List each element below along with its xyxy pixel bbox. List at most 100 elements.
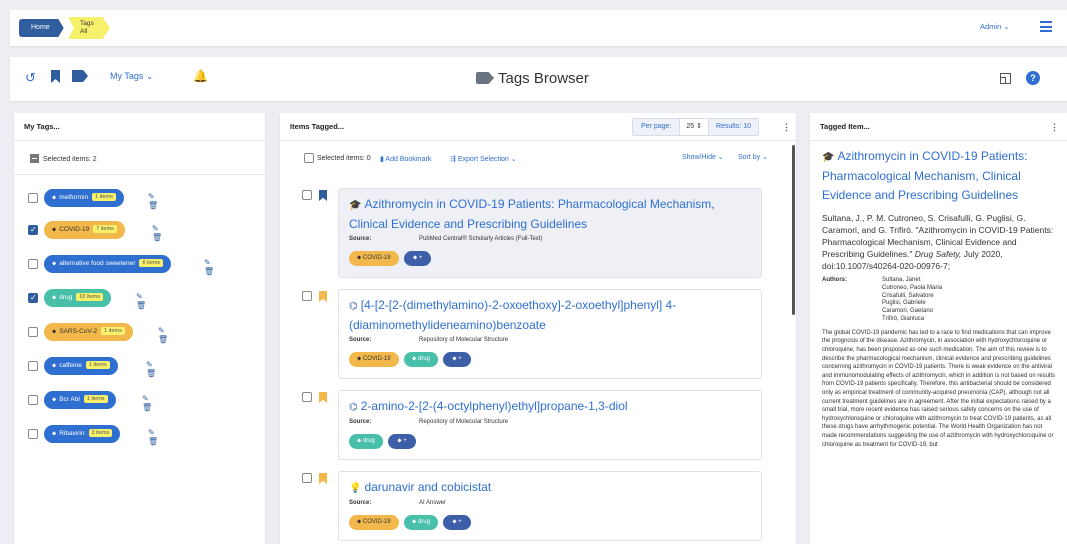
item-title[interactable]: ⌬ 2-amino-2-[2-(4-octylphenyl)ethyl]propa… xyxy=(349,397,751,417)
tag-checkbox[interactable] xyxy=(28,327,38,337)
bookmark-icon[interactable] xyxy=(319,473,327,484)
select-all-checkbox[interactable] xyxy=(30,154,39,163)
breadcrumb-home[interactable]: Home xyxy=(19,19,64,37)
edit-icon[interactable]: ✎ xyxy=(142,394,149,403)
tag-name: Ribavirin xyxy=(59,430,85,437)
bookmark-icon[interactable] xyxy=(319,291,327,302)
more-options-icon[interactable]: ⋮ xyxy=(782,113,791,141)
export-selection-button[interactable]: ⇶ Export Selection ⌄ xyxy=(450,155,517,163)
tag-chip[interactable]: ⬥ drug xyxy=(404,515,438,530)
tag-pill[interactable]: ⬥ metformin 1 items xyxy=(44,189,124,207)
tagged-item-detail: 🎓 Azithromycin in COVID-19 Patients: Phar… xyxy=(810,141,1067,449)
bell-icon[interactable]: 🔔 xyxy=(193,69,208,83)
author: Trifirò, Gianluca xyxy=(882,315,925,322)
edit-icon[interactable]: ✎ xyxy=(148,428,155,437)
tag-icon: ⬥ xyxy=(52,295,57,301)
tag-checkbox[interactable] xyxy=(28,429,38,439)
admin-menu[interactable]: Admin ⌄ xyxy=(980,22,1010,31)
author: Crisafulli, Salvatore xyxy=(882,292,934,299)
item-checkbox[interactable] xyxy=(302,473,312,483)
selected-count: Selected items: 0 xyxy=(317,155,371,162)
tag-checkbox[interactable] xyxy=(28,395,38,405)
breadcrumb-tags-sublabel: All xyxy=(80,28,88,35)
layout-icon[interactable] xyxy=(1000,73,1011,84)
history-icon[interactable]: ↺ xyxy=(25,70,36,86)
tag-pill[interactable]: ⬥ drug 10 items xyxy=(44,289,112,307)
bookmark-icon[interactable] xyxy=(319,392,327,403)
tag-pill[interactable]: ⬥ Ribavirin 3 items xyxy=(44,425,121,443)
tag-icon: ⬥ xyxy=(52,195,57,201)
results-count: Results: 10 xyxy=(715,123,751,130)
add-bookmark-button[interactable]: ▮ Add Bookmark xyxy=(380,155,431,163)
item-checkbox[interactable] xyxy=(302,291,312,301)
tag-checkbox[interactable] xyxy=(28,259,38,269)
show-hide-dropdown[interactable]: Show/Hide ⌄ xyxy=(682,153,724,161)
item-title[interactable]: 🎓 Azithromycin in COVID-19 Patients: Phar… xyxy=(349,195,751,234)
trash-icon[interactable]: 🗑 xyxy=(152,233,162,242)
author: Cutroneo, Paola Maria xyxy=(882,284,943,291)
add-tag-chip[interactable]: ⬥ + xyxy=(388,434,416,449)
tag-pill[interactable]: ⬥ Bcr Abl 1 items xyxy=(44,391,116,409)
item-title[interactable]: 💡 darunavir and cobicistat xyxy=(349,478,751,498)
tag-chip-label: drug xyxy=(417,356,430,362)
item-card[interactable]: ⌬ [4-[2-[2-(dimethylamino)-2-oxoethoxy]-2… xyxy=(338,289,762,379)
tag-chip[interactable]: ⬥ drug xyxy=(349,434,383,449)
item-tags: ⬥ drug ⬥ + xyxy=(349,429,751,449)
scrollbar[interactable] xyxy=(792,145,795,315)
bookmark-icon[interactable] xyxy=(319,190,327,201)
add-tag-chip[interactable]: ⬥ + xyxy=(404,251,432,266)
item-checkbox[interactable] xyxy=(302,392,312,402)
trash-icon[interactable]: 🗑 xyxy=(136,301,146,310)
edit-icon[interactable]: ✎ xyxy=(152,224,159,233)
tag-actions: ✎ 🗑 xyxy=(148,428,158,446)
item-card[interactable]: ⌬ 2-amino-2-[2-(4-octylphenyl)ethyl]propa… xyxy=(338,390,762,460)
add-tag-chip[interactable]: ⬥ + xyxy=(443,352,471,367)
item-card[interactable]: 💡 darunavir and cobicistat Source: AI Answ… xyxy=(338,471,762,541)
trash-icon[interactable]: 🗑 xyxy=(158,335,168,344)
tags-icon[interactable] xyxy=(72,70,88,85)
bookmark-icon[interactable] xyxy=(51,70,60,86)
help-icon[interactable]: ? xyxy=(1026,71,1040,85)
item-checkbox[interactable] xyxy=(302,190,312,200)
tag-name: SARS-CoV-2 xyxy=(59,328,98,335)
item-source: Source: AI Answer xyxy=(349,500,751,506)
more-options-icon[interactable]: ⋮ xyxy=(1050,113,1059,141)
tag-checkbox[interactable] xyxy=(28,293,38,303)
item-title-text: darunavir and cobicistat xyxy=(364,480,492,494)
trash-icon[interactable]: 🗑 xyxy=(204,267,214,276)
tag-checkbox[interactable] xyxy=(28,225,38,235)
detail-title[interactable]: 🎓 Azithromycin in COVID-19 Patients: Phar… xyxy=(822,147,1057,205)
select-all-checkbox[interactable] xyxy=(304,153,314,163)
hamburger-menu-icon[interactable] xyxy=(1040,21,1052,32)
edit-icon[interactable]: ✎ xyxy=(136,292,143,301)
trash-icon[interactable]: 🗑 xyxy=(148,437,158,446)
trash-icon[interactable]: 🗑 xyxy=(148,201,158,210)
tag-pill[interactable]: ⬥ SARS-CoV-2 1 items xyxy=(44,323,133,341)
my-tags-dropdown[interactable]: My Tags ⌄ xyxy=(110,71,153,82)
sort-by-dropdown[interactable]: Sort by ⌄ xyxy=(738,153,768,161)
trash-icon[interactable]: 🗑 xyxy=(146,369,156,378)
item-card[interactable]: 🎓 Azithromycin in COVID-19 Patients: Phar… xyxy=(338,188,762,278)
item-title[interactable]: ⌬ [4-[2-[2-(dimethylamino)-2-oxoethoxy]-2… xyxy=(349,296,751,335)
add-tag-chip[interactable]: ⬥ + xyxy=(443,515,471,530)
tag-pill[interactable]: ⬥ alternative food sweetener 6 items xyxy=(44,255,172,273)
item-tags: ⬥ COVID-19 ⬥ drug ⬥ + xyxy=(349,510,751,530)
edit-icon[interactable]: ✎ xyxy=(158,326,165,335)
edit-icon[interactable]: ✎ xyxy=(146,360,153,369)
trash-icon[interactable]: 🗑 xyxy=(142,403,152,412)
tag-chip[interactable]: ⬥ COVID-19 xyxy=(349,515,399,530)
edit-icon[interactable]: ✎ xyxy=(148,192,155,201)
graduation-cap-icon: 🎓 xyxy=(349,200,362,211)
tag-chip[interactable]: ⬥ COVID-19 xyxy=(349,251,399,266)
tag-checkbox[interactable] xyxy=(28,361,38,371)
breadcrumb-tags[interactable]: Tags All xyxy=(68,17,110,39)
tag-pill[interactable]: ⬥ COVID-19 7 items xyxy=(44,221,125,239)
tag-checkbox[interactable] xyxy=(28,193,38,203)
edit-icon[interactable]: ✎ xyxy=(204,258,211,267)
tag-chip-label: COVID-19 xyxy=(362,519,391,525)
citation: Sultana, J., P. M. Cutroneo, S. Crisaful… xyxy=(822,212,1057,272)
per-page-select[interactable]: 25 ⇕ xyxy=(679,119,709,135)
tag-chip[interactable]: ⬥ drug xyxy=(404,352,438,367)
tag-pill[interactable]: ⬥ caffeine 1 items xyxy=(44,357,118,375)
tag-chip[interactable]: ⬥ COVID-19 xyxy=(349,352,399,367)
